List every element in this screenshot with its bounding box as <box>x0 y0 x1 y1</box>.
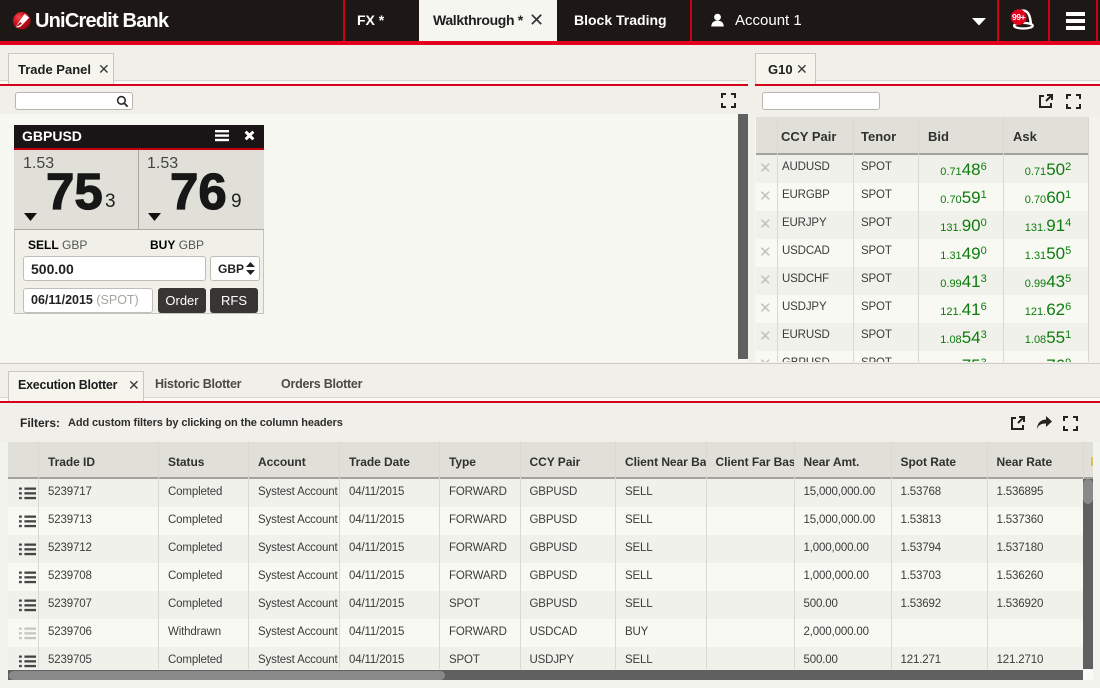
svg-text:99+: 99+ <box>1012 12 1026 22</box>
